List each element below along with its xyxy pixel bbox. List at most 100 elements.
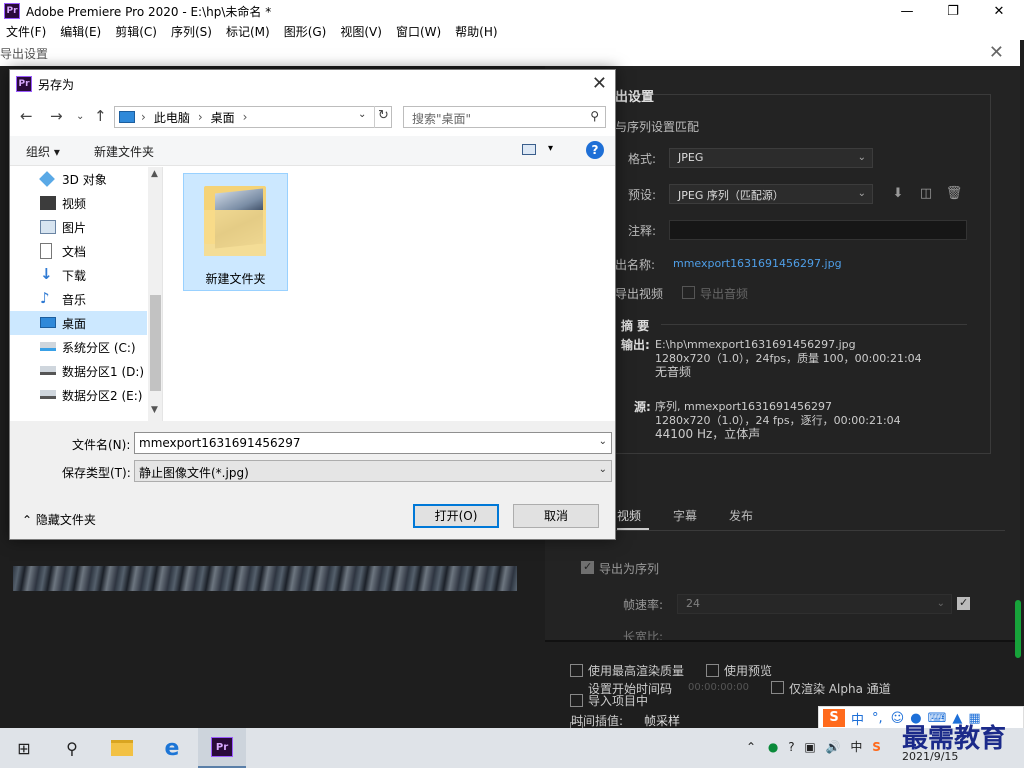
close-icon[interactable]: ✕ (989, 42, 1004, 63)
folder-item[interactable]: 新建文件夹 (183, 173, 288, 291)
summary-divider (661, 324, 967, 325)
sidebar-item-drive-c[interactable]: 系统分区 (C:) (10, 335, 147, 359)
network-icon[interactable]: ▣ (804, 740, 815, 754)
search-input[interactable]: 搜索"桌面" ⚲ (403, 106, 606, 128)
menu-markers[interactable]: 标记(M) (226, 23, 270, 40)
premiere-titlebar: Pr Adobe Premiere Pro 2020 - E:\hp\未命名 *… (0, 0, 1024, 22)
format-select[interactable]: JPEG ⌄ (669, 148, 873, 168)
menu-graphics[interactable]: 图形(G) (284, 23, 327, 40)
help-icon[interactable]: ? (586, 141, 604, 159)
save-preset-icon[interactable]: ⬇ (889, 186, 907, 202)
max-render-quality-checkbox[interactable] (570, 664, 583, 677)
sidebar-item-pictures[interactable]: 图片 (10, 215, 147, 239)
ime-icon[interactable]: 中 (850, 740, 862, 754)
export-video-label[interactable]: 导出视频 (615, 285, 663, 302)
close-icon[interactable]: ✕ (592, 73, 607, 94)
volume-icon[interactable]: 🔊 (826, 740, 841, 754)
frame-rate-select[interactable]: 24 ⌄ (677, 594, 952, 614)
time-interpolation-label: 时间插值: (571, 714, 624, 728)
sidebar-item-documents[interactable]: 文档 (10, 239, 147, 263)
filename-input[interactable]: mmexport1631691456297 ⌄ (134, 432, 612, 454)
menu-sequence[interactable]: 序列(S) (171, 23, 212, 40)
export-as-sequence-checkbox[interactable] (581, 560, 594, 574)
filetype-select[interactable]: 静止图像文件(*.jpg) ⌄ (134, 460, 612, 482)
frame-rate-checkbox[interactable] (957, 596, 970, 610)
new-folder-button[interactable]: 新建文件夹 (94, 143, 154, 160)
sidebar-item-3d-objects[interactable]: 3D 对象 (10, 167, 147, 191)
taskbar-edge[interactable]: e (148, 728, 196, 768)
menu-help[interactable]: 帮助(H) (455, 23, 497, 40)
sidebar-item-desktop[interactable]: 桌面 (10, 311, 147, 335)
hide-folders-toggle[interactable]: ⌃ 隐藏文件夹 (22, 511, 96, 528)
scroll-up-icon[interactable]: ▲ (151, 169, 158, 179)
forward-arrow-icon[interactable]: → (50, 107, 63, 125)
breadcrumb-desktop[interactable]: 桌面 (211, 109, 235, 126)
up-arrow-icon[interactable]: ↑ (94, 107, 107, 125)
tab-video[interactable]: 视频 (617, 507, 641, 524)
refresh-icon[interactable]: ↻ (374, 106, 392, 128)
menu-window[interactable]: 窗口(W) (396, 23, 441, 40)
punctuation-icon[interactable]: °, (872, 711, 883, 726)
sogou-tray-icon[interactable]: S (872, 740, 881, 754)
use-preview-checkbox[interactable] (706, 664, 719, 677)
scrollbar-thumb[interactable] (150, 295, 161, 391)
render-alpha-only-checkbox[interactable] (771, 681, 784, 694)
address-dropdown-icon[interactable]: ⌄ (358, 109, 366, 120)
security-icon[interactable]: ● (768, 740, 778, 754)
start-timecode-value[interactable]: 00:00:00:00 (688, 682, 749, 693)
output-label: 输出: (621, 338, 650, 352)
help-icon[interactable]: ? (788, 740, 794, 754)
breadcrumb-this-pc[interactable]: 此电脑 (154, 109, 190, 126)
recent-chevron-icon[interactable]: ⌄ (76, 111, 84, 122)
time-interpolation-value[interactable]: 帧采样 (644, 712, 680, 729)
sogou-icon[interactable]: S (823, 709, 845, 727)
import-preset-icon[interactable]: ◫ (917, 186, 935, 202)
organize-button[interactable]: 组织 ▾ (26, 143, 60, 160)
cancel-button[interactable]: 取消 (513, 504, 599, 528)
menu-clip[interactable]: 剪辑(C) (115, 23, 157, 40)
match-sequence-label[interactable]: 与序列设置匹配 (615, 118, 699, 135)
sidebar-item-label: 数据分区2 (E:) (62, 388, 143, 403)
close-window-button[interactable]: ✕ (976, 0, 1022, 22)
export-audio-checkbox[interactable] (682, 286, 695, 299)
premiere-logo-icon: Pr (4, 3, 20, 19)
sidebar-item-label: 文档 (62, 244, 87, 259)
sidebar-item-label: 数据分区1 (D:) (62, 364, 145, 379)
set-start-timecode-label: 设置开始时间码 (588, 682, 673, 696)
open-button[interactable]: 打开(O) (413, 504, 499, 528)
menu-edit[interactable]: 编辑(E) (60, 23, 101, 40)
sidebar-item-downloads[interactable]: ↓ 下载 (10, 263, 147, 287)
menu-view[interactable]: 视图(V) (340, 23, 382, 40)
start-button[interactable]: ⊞ (0, 728, 48, 768)
view-options-icon[interactable] (522, 144, 536, 155)
back-arrow-icon[interactable]: ← (20, 107, 33, 125)
ime-mode[interactable]: 中 (851, 709, 864, 728)
maximize-button[interactable]: ❐ (930, 0, 976, 22)
sidebar-item-drive-d[interactable]: 数据分区1 (D:) (10, 359, 147, 383)
save-as-navbar: ← → ⌄ ↑ › 此电脑 › 桌面 › ⌄ ↻ 搜索"桌面" ⚲ (10, 100, 615, 132)
sidebar-item-drive-e[interactable]: 数据分区2 (E:) (10, 383, 147, 407)
save-as-titlebar: Pr 另存为 ✕ (10, 70, 615, 98)
comment-input[interactable] (669, 220, 967, 240)
sidebar-item-videos[interactable]: 视频 (10, 191, 147, 215)
address-bar[interactable]: › 此电脑 › 桌面 › (114, 106, 392, 128)
save-as-title: 另存为 (38, 77, 75, 92)
menu-file[interactable]: 文件(F) (6, 23, 46, 40)
sidebar-item-music[interactable]: ♪ 音乐 (10, 287, 147, 311)
minimize-button[interactable]: — (884, 0, 930, 22)
taskbar-file-explorer[interactable] (98, 728, 146, 768)
scroll-down-icon[interactable]: ▼ (151, 405, 158, 415)
import-into-project-checkbox[interactable] (570, 694, 583, 707)
chevron-down-icon[interactable]: ⌄ (599, 436, 607, 447)
export-settings-panel: 出设置 与序列设置匹配 格式: JPEG ⌄ 预设: JPEG 序列（匹配源） … (545, 66, 1020, 735)
show-hidden-icons-icon[interactable]: ⌃ (746, 740, 756, 754)
delete-preset-icon[interactable]: 🗑 (945, 186, 963, 202)
taskbar-search-button[interactable]: ⚲ (48, 728, 96, 768)
taskbar-premiere[interactable]: Pr (198, 728, 246, 768)
navigation-scrollbar[interactable]: ▲ ▼ (148, 167, 162, 421)
output-name-link[interactable]: mmexport1631691456297.jpg (673, 257, 842, 270)
preset-select[interactable]: JPEG 序列（匹配源） ⌄ (669, 184, 873, 204)
view-dropdown-icon[interactable]: ▾ (548, 143, 553, 154)
tab-publish[interactable]: 发布 (729, 507, 753, 524)
tab-captions[interactable]: 字幕 (673, 507, 697, 524)
